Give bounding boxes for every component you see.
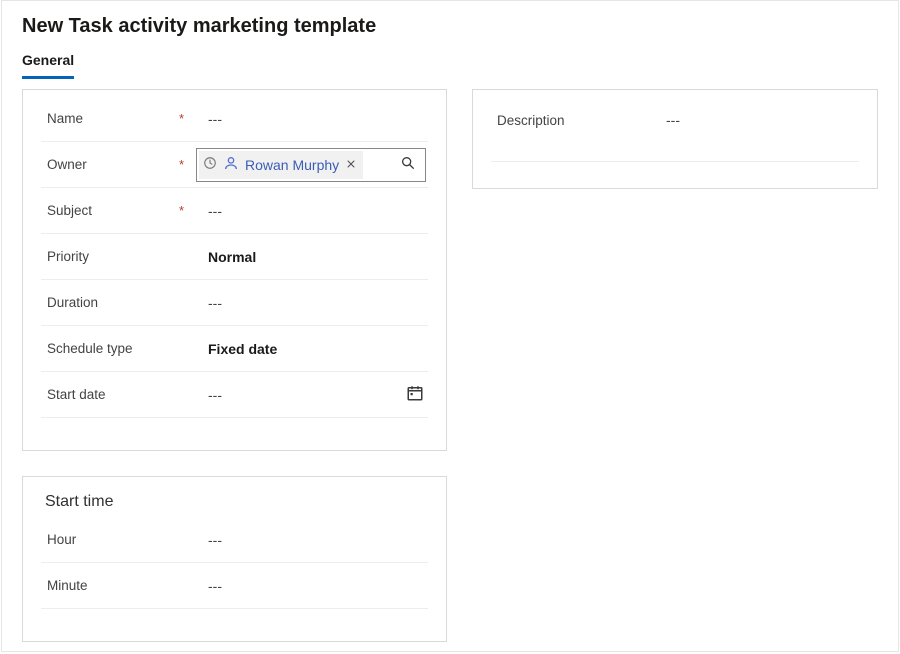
field-schedule-type[interactable]: Schedule type Fixed date xyxy=(41,326,428,372)
label-hour-text: Hour xyxy=(47,532,76,547)
label-subject-text: Subject xyxy=(47,203,92,218)
field-minute[interactable]: Minute --- xyxy=(41,563,428,609)
value-minute[interactable]: --- xyxy=(186,578,428,594)
field-name[interactable]: Name * --- xyxy=(41,96,428,142)
page-root: New Task activity marketing template Gen… xyxy=(1,0,899,652)
form-columns: Name * --- Owner * xyxy=(22,89,878,642)
left-column: Name * --- Owner * xyxy=(22,89,447,642)
label-owner-text: Owner xyxy=(47,157,87,172)
label-schedule-type: Schedule type xyxy=(41,341,186,356)
value-description[interactable]: --- xyxy=(656,112,859,128)
value-schedule-type[interactable]: Fixed date xyxy=(186,341,428,357)
label-name: Name * xyxy=(41,111,186,126)
label-start-date: Start date xyxy=(41,387,186,402)
start-time-title: Start time xyxy=(45,493,428,511)
spacer xyxy=(41,418,428,436)
recent-icon xyxy=(203,156,217,173)
value-name[interactable]: --- xyxy=(186,111,428,127)
field-description[interactable]: Description --- xyxy=(491,96,859,144)
value-priority[interactable]: Normal xyxy=(186,249,428,265)
required-marker: * xyxy=(179,157,184,172)
tab-strip: General xyxy=(22,48,878,79)
label-hour: Hour xyxy=(41,532,186,547)
owner-chip-text: Rowan Murphy xyxy=(245,157,339,173)
label-minute-text: Minute xyxy=(47,578,88,593)
field-subject[interactable]: Subject * --- xyxy=(41,188,428,234)
owner-lookup-wrapper: Rowan Murphy xyxy=(186,148,428,182)
label-subject: Subject * xyxy=(41,203,186,218)
value-hour[interactable]: --- xyxy=(186,532,428,548)
start-time-card: Start time Hour --- Minute --- xyxy=(22,476,447,642)
calendar-icon[interactable] xyxy=(406,384,424,405)
field-start-date[interactable]: Start date --- xyxy=(41,372,428,418)
required-marker: * xyxy=(179,203,184,218)
chip-remove-icon[interactable] xyxy=(345,157,357,173)
value-start-date[interactable]: --- xyxy=(186,384,428,405)
page-title: New Task activity marketing template xyxy=(22,15,878,38)
label-description: Description xyxy=(491,113,656,128)
owner-lookup[interactable]: Rowan Murphy xyxy=(196,148,426,182)
general-card: Name * --- Owner * xyxy=(22,89,447,451)
person-icon xyxy=(223,155,239,174)
label-duration-text: Duration xyxy=(47,295,98,310)
owner-chip[interactable]: Rowan Murphy xyxy=(199,151,363,179)
search-icon xyxy=(400,155,416,174)
value-duration[interactable]: --- xyxy=(186,295,428,311)
start-date-text: --- xyxy=(208,387,222,403)
right-column: Description --- xyxy=(472,89,878,189)
label-owner: Owner * xyxy=(41,157,186,172)
label-priority-text: Priority xyxy=(47,249,89,264)
label-minute: Minute xyxy=(41,578,186,593)
field-owner[interactable]: Owner * Rowan Mu xyxy=(41,142,428,188)
label-priority: Priority xyxy=(41,249,186,264)
label-duration: Duration xyxy=(41,295,186,310)
description-underline xyxy=(491,144,859,162)
required-marker: * xyxy=(179,111,184,126)
spacer xyxy=(41,609,428,627)
field-hour[interactable]: Hour --- xyxy=(41,517,428,563)
label-name-text: Name xyxy=(47,111,83,126)
value-subject[interactable]: --- xyxy=(186,203,428,219)
description-card: Description --- xyxy=(472,89,878,189)
label-start-date-text: Start date xyxy=(47,387,106,402)
label-description-text: Description xyxy=(497,113,565,128)
field-priority[interactable]: Priority Normal xyxy=(41,234,428,280)
field-duration[interactable]: Duration --- xyxy=(41,280,428,326)
tab-general[interactable]: General xyxy=(22,48,74,79)
label-schedule-type-text: Schedule type xyxy=(47,341,133,356)
lookup-search-button[interactable] xyxy=(391,149,425,181)
